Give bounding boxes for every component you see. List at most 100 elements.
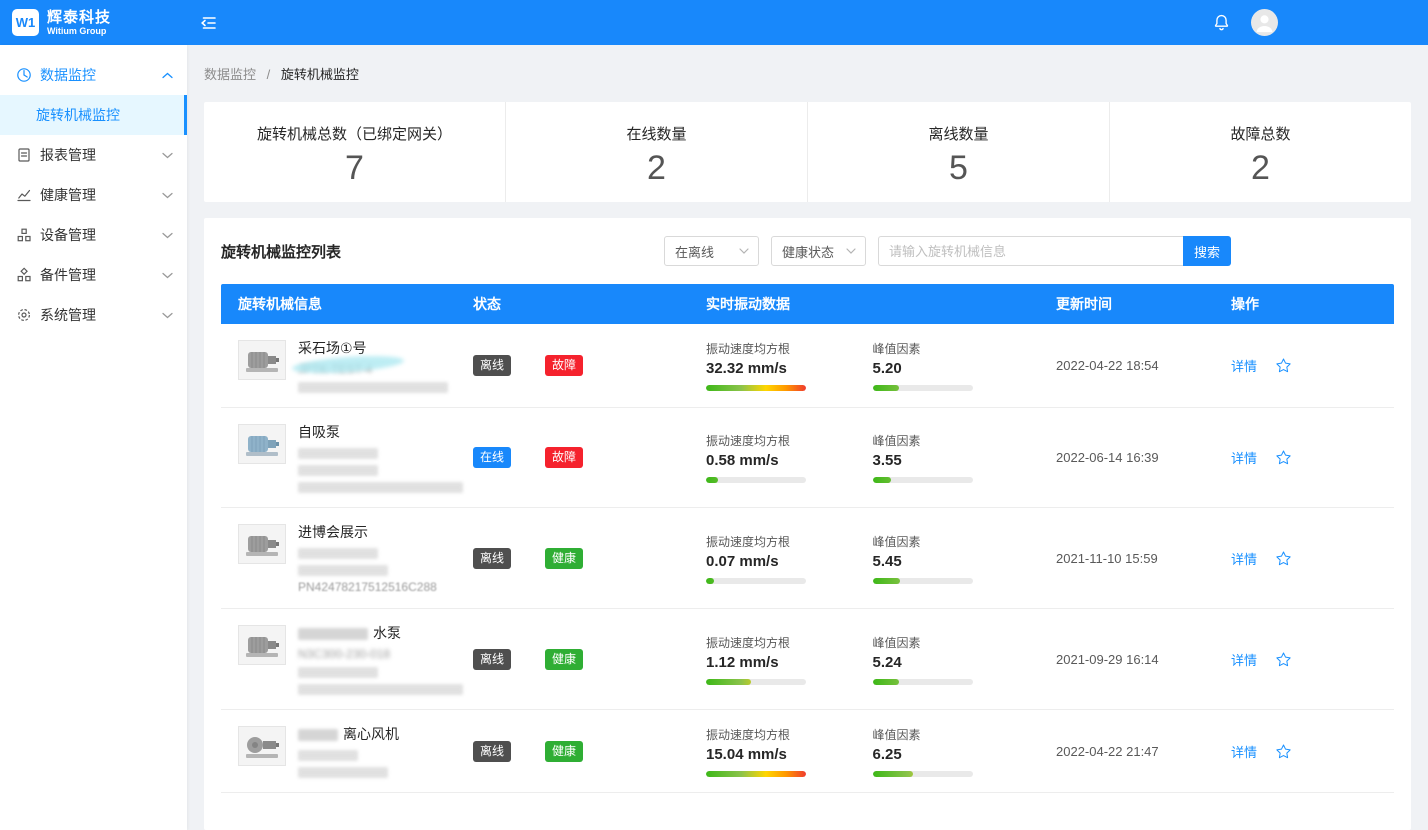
detail-link[interactable]: 详情 — [1231, 448, 1257, 467]
crest-value: 3.55 — [873, 452, 1040, 469]
chevron-down-icon — [162, 232, 173, 239]
sidebar-item-label: 系统管理 — [40, 305, 96, 325]
equipment-name: 离心风机 — [298, 724, 399, 744]
breadcrumb-current: 旋转机械监控 — [281, 67, 359, 82]
star-icon[interactable] — [1275, 550, 1292, 567]
app-window: W1 辉泰科技 Witium Group — [0, 0, 1428, 830]
breadcrumb-separator: / — [267, 67, 271, 82]
update-time: 2022-04-22 18:54 — [1039, 358, 1214, 373]
stat-value: 2 — [506, 149, 807, 188]
detail-link[interactable]: 详情 — [1231, 549, 1257, 568]
user-avatar[interactable] — [1251, 9, 1278, 36]
sidebar-item-health-management[interactable]: 健康管理 — [0, 175, 187, 215]
monitor-clock-icon — [16, 67, 32, 83]
equipment-name-text: 水泵 — [373, 625, 401, 641]
sidebar: 数据监控 旋转机械监控 报表管理 — [0, 45, 187, 830]
stat-value: 2 — [1110, 149, 1411, 188]
health-badge: 故障 — [545, 447, 583, 468]
rms-bar-fill — [706, 679, 751, 685]
rms-bar-fill — [706, 477, 718, 483]
crest-label: 峰值因素 — [873, 340, 1040, 357]
sidebar-item-label: 备件管理 — [40, 265, 96, 285]
sidebar-collapse-icon[interactable] — [200, 15, 218, 31]
update-time: 2022-06-14 16:39 — [1039, 450, 1214, 465]
equipment-thumbnail — [238, 726, 286, 766]
equipment-thumbnail — [238, 625, 286, 665]
online-status-select-value: 在离线 — [675, 242, 714, 261]
status-badge: 在线 — [473, 447, 511, 468]
crest-bar-track — [873, 578, 973, 584]
stat-label: 故障总数 — [1110, 123, 1411, 144]
online-status-select[interactable]: 在离线 — [664, 236, 759, 266]
sidebar-item-rotating-machinery[interactable]: 旋转机械监控 — [0, 95, 187, 135]
document-icon — [16, 147, 32, 163]
health-badge: 故障 — [545, 355, 583, 376]
col-header-status: 状态 — [456, 294, 689, 314]
health-status-select-value: 健康状态 — [782, 242, 834, 261]
stat-faults: 故障总数 2 — [1110, 102, 1411, 202]
stat-label: 在线数量 — [506, 123, 807, 144]
logo-mark: W1 — [12, 9, 39, 36]
redacted-text — [298, 548, 378, 559]
equipment-serial: N3C300-230-018 — [298, 647, 456, 661]
equipment-name: 进博会展示 — [298, 522, 437, 542]
chevron-down-icon — [162, 192, 173, 199]
sidebar-item-report-management[interactable]: 报表管理 — [0, 135, 187, 175]
crest-bar-fill — [873, 385, 899, 391]
sidebar-item-system-management[interactable]: 系统管理 — [0, 295, 187, 335]
update-time: 2022-04-22 21:47 — [1039, 744, 1214, 759]
list-filters: 在离线 健康状态 搜索 — [664, 236, 1231, 266]
sidebar-item-spareparts-management[interactable]: 备件管理 — [0, 255, 187, 295]
table-row: 自吸泵 在线 故障 振动速度均方根 0.58 mm/s — [221, 408, 1394, 508]
rms-bar-fill — [706, 578, 714, 584]
detail-link[interactable]: 详情 — [1231, 650, 1257, 669]
notification-bell-icon[interactable] — [1212, 13, 1231, 32]
redacted-text — [298, 667, 378, 678]
crest-bar-fill — [873, 679, 899, 685]
sidebar-item-label: 设备管理 — [40, 225, 96, 245]
stat-value: 5 — [808, 149, 1109, 188]
table-row: 离心风机 离线 健康 振动速度均方根 15.04 mm/s — [221, 710, 1394, 793]
rms-bar-track — [706, 385, 806, 391]
chevron-down-icon — [162, 272, 173, 279]
breadcrumb: 数据监控 / 旋转机械监控 — [204, 65, 1411, 84]
components-icon — [16, 267, 32, 283]
search-button[interactable]: 搜索 — [1183, 236, 1231, 266]
crest-bar-fill — [873, 477, 891, 483]
detail-link[interactable]: 详情 — [1231, 742, 1257, 761]
crest-bar-fill — [873, 578, 900, 584]
health-badge: 健康 — [545, 548, 583, 569]
search-input[interactable] — [878, 236, 1183, 266]
crest-bar-track — [873, 771, 973, 777]
chart-trend-icon — [16, 187, 32, 203]
health-status-select[interactable]: 健康状态 — [771, 236, 866, 266]
topbar: W1 辉泰科技 Witium Group — [0, 0, 1428, 45]
status-badge: 离线 — [473, 741, 511, 762]
main-content: 数据监控 / 旋转机械监控 旋转机械总数（已绑定网关） 7 在线数量 2 离线数… — [187, 45, 1428, 830]
detail-link[interactable]: 详情 — [1231, 356, 1257, 375]
crest-bar-track — [873, 385, 973, 391]
rms-value: 32.32 mm/s — [706, 360, 873, 377]
stats-summary-card: 旋转机械总数（已绑定网关） 7 在线数量 2 离线数量 5 故障总数 2 — [204, 102, 1411, 202]
redacted-text — [298, 767, 388, 778]
chevron-down-icon — [162, 152, 173, 159]
equipment-name: 自吸泵 — [298, 422, 456, 442]
star-icon[interactable] — [1275, 743, 1292, 760]
list-title: 旋转机械监控列表 — [221, 241, 341, 262]
list-toolbar: 旋转机械监控列表 在离线 健康状态 — [221, 235, 1394, 267]
machinery-list-card: 旋转机械监控列表 在离线 健康状态 — [204, 218, 1411, 830]
star-icon[interactable] — [1275, 357, 1292, 374]
rms-label: 振动速度均方根 — [706, 634, 873, 651]
stat-online: 在线数量 2 — [506, 102, 808, 202]
redacted-text — [298, 465, 378, 476]
sidebar-item-equipment-management[interactable]: 设备管理 — [0, 215, 187, 255]
redacted-text — [298, 565, 388, 576]
table-row: 进博会展示 PN42478217512516C288 离线 健康 振动速度均方根 — [221, 508, 1394, 609]
breadcrumb-section[interactable]: 数据监控 — [204, 67, 256, 82]
star-icon[interactable] — [1275, 651, 1292, 668]
sidebar-item-data-monitoring[interactable]: 数据监控 — [0, 55, 187, 95]
crest-value: 6.25 — [873, 746, 1040, 763]
status-badge: 离线 — [473, 548, 511, 569]
star-icon[interactable] — [1275, 449, 1292, 466]
rms-value: 0.58 mm/s — [706, 452, 873, 469]
